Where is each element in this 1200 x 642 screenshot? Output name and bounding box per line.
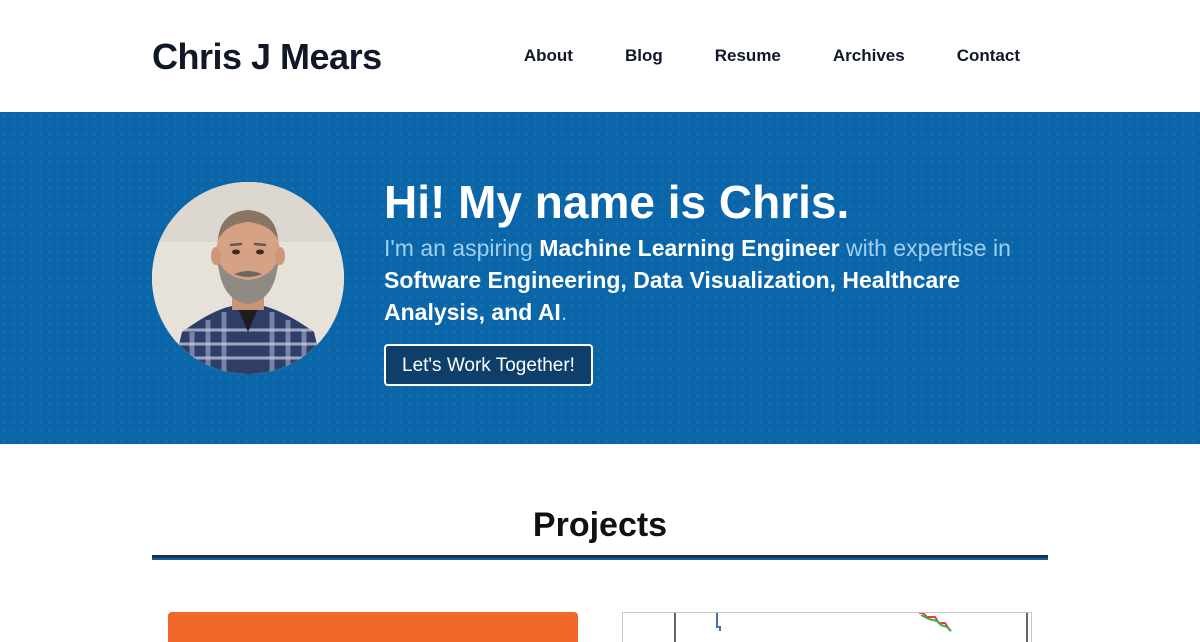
hero-subtitle-part-1: I'm an aspiring: [384, 235, 540, 261]
project-card-2[interactable]: [622, 612, 1032, 642]
projects-heading: Projects: [532, 506, 668, 544]
hero-subtitle-role: Machine Learning Engineer: [539, 235, 840, 261]
work-together-button[interactable]: Let's Work Together!: [384, 344, 593, 386]
hero-subtitle-expertise: Software Engineering, Data Visualization…: [384, 267, 961, 325]
site-header: Chris J Mears About Blog Resume Archives…: [0, 0, 1200, 112]
project-card-1[interactable]: [168, 612, 578, 642]
nav-blog-link[interactable]: Blog: [625, 46, 663, 66]
site-title-link[interactable]: Chris J Mears: [152, 36, 382, 78]
project-card-2-thumbnail: [674, 613, 1028, 642]
hero-section: Hi! My name is Chris. I'm an aspiring Ma…: [0, 112, 1200, 444]
nav-resume-link[interactable]: Resume: [715, 46, 781, 66]
main-nav: About Blog Resume Archives Contact: [524, 46, 1020, 66]
projects-divider: [152, 555, 1048, 560]
profile-portrait-illustration: [152, 182, 344, 374]
hero-subtitle-part-3: .: [560, 299, 568, 325]
hero-subtitle: I'm an aspiring Machine Learning Enginee…: [384, 232, 1044, 328]
profile-photo: [152, 182, 344, 374]
nav-about-link[interactable]: About: [524, 46, 573, 66]
hero-subtitle-part-2: with expertise in: [839, 235, 1011, 261]
nav-contact-link[interactable]: Contact: [957, 46, 1020, 66]
nav-archives-link[interactable]: Archives: [833, 46, 905, 66]
hero-title: Hi! My name is Chris.: [384, 176, 850, 228]
hero-text-block: Hi! My name is Chris. I'm an aspiring Ma…: [384, 176, 1044, 386]
